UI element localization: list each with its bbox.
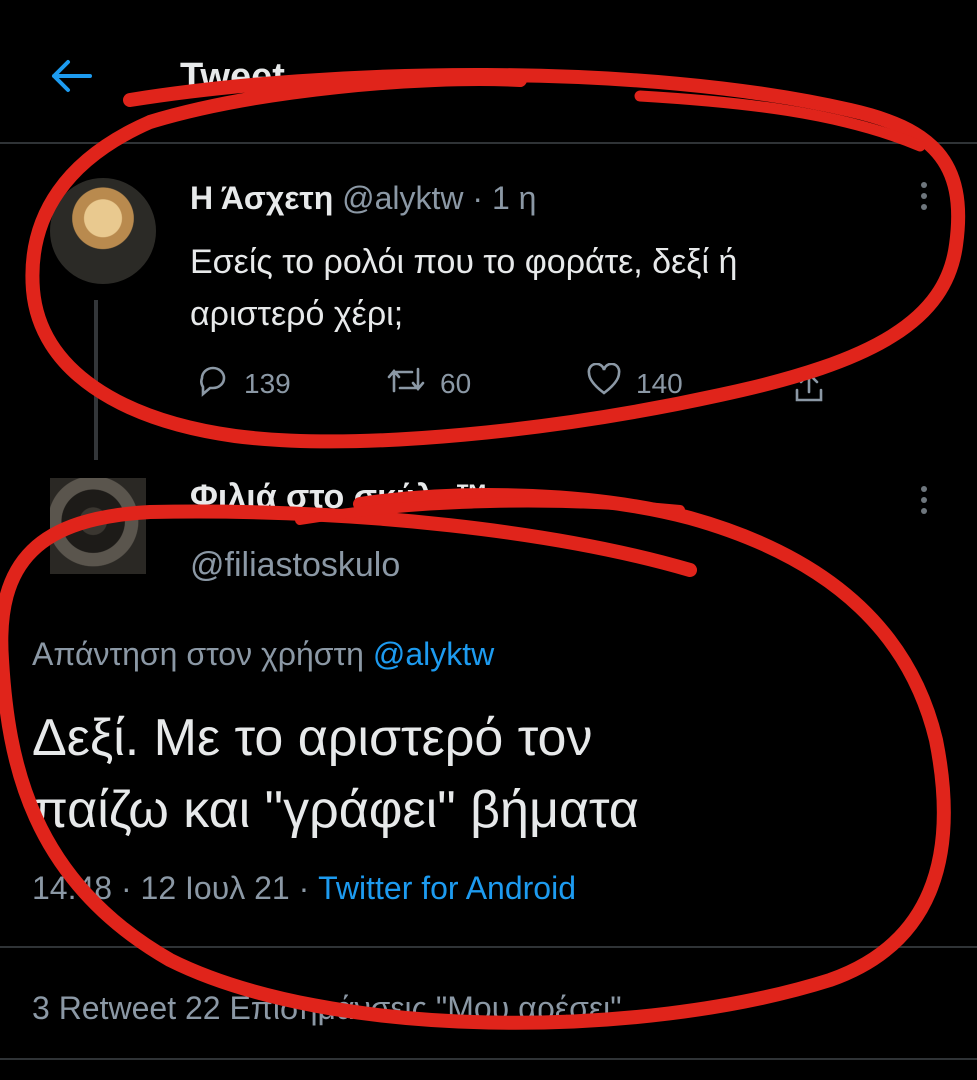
reply-button[interactable]: 139 bbox=[196, 363, 291, 404]
tweet-timestamp[interactable]: 14:48 · 12 Ιουλ 21 · bbox=[32, 870, 309, 906]
page-title: Tweet bbox=[180, 56, 285, 98]
avatar[interactable] bbox=[50, 178, 156, 284]
tweet-text-line: Εσείς το ρολόι που το φοράτε, δεξί ή bbox=[190, 243, 738, 281]
author-name[interactable]: Η Άσχετη bbox=[190, 180, 333, 216]
tweet-stats[interactable]: 3 Retweet 22 Επισημάνσεις "Μου αρέσει" bbox=[32, 990, 622, 1027]
tweet-time: · 1 η bbox=[472, 180, 537, 216]
more-icon[interactable] bbox=[921, 486, 929, 519]
share-icon[interactable] bbox=[792, 370, 826, 409]
reply-count: 139 bbox=[244, 367, 291, 399]
retweet-icon bbox=[386, 363, 426, 404]
author-handle[interactable]: @alyktw bbox=[342, 180, 463, 216]
tweet-text: Εσείς το ρολόι που το φοράτε, δεξί ή αρι… bbox=[190, 236, 737, 340]
tweet-source[interactable]: Twitter for Android bbox=[318, 870, 576, 906]
tweet-text: Δεξί. Με το αριστερό τον παίζω και "γράφ… bbox=[32, 702, 639, 846]
reply-context-label: Απάντηση στον χρήστη bbox=[32, 636, 364, 672]
avatar[interactable] bbox=[50, 478, 146, 574]
tweet-header: Η Άσχετη @alyktw · 1 η bbox=[190, 180, 536, 217]
reply-context: Απάντηση στον χρήστη @alyktw bbox=[32, 636, 494, 673]
like-icon bbox=[586, 362, 622, 404]
author-name[interactable]: Φιλιά στο σκύλο™ bbox=[190, 478, 489, 517]
red-marker-scribble bbox=[0, 67, 966, 1030]
like-button[interactable]: 140 bbox=[586, 362, 683, 404]
back-arrow-icon[interactable] bbox=[46, 56, 96, 96]
reply-to-link[interactable]: @alyktw bbox=[373, 636, 494, 672]
retweet-count: 60 bbox=[440, 367, 472, 399]
tweet-text-line: αριστερό χέρι; bbox=[190, 295, 404, 333]
stats-divider bbox=[0, 1058, 977, 1060]
tweet-text-line: παίζω και "γράφει" βήματα bbox=[32, 781, 639, 839]
tweet-meta: 14:48 · 12 Ιουλ 21 · Twitter for Android bbox=[32, 870, 576, 907]
retweet-button[interactable]: 60 bbox=[386, 363, 471, 404]
more-icon[interactable] bbox=[921, 182, 929, 215]
tweet-text-line: Δεξί. Με το αριστερό τον bbox=[32, 709, 593, 767]
stats-divider bbox=[0, 946, 977, 948]
reply-icon bbox=[196, 363, 230, 404]
header-divider bbox=[0, 142, 977, 144]
like-count: 140 bbox=[636, 367, 683, 399]
author-handle[interactable]: @filiastoskulo bbox=[190, 546, 400, 585]
thread-line bbox=[94, 300, 98, 460]
